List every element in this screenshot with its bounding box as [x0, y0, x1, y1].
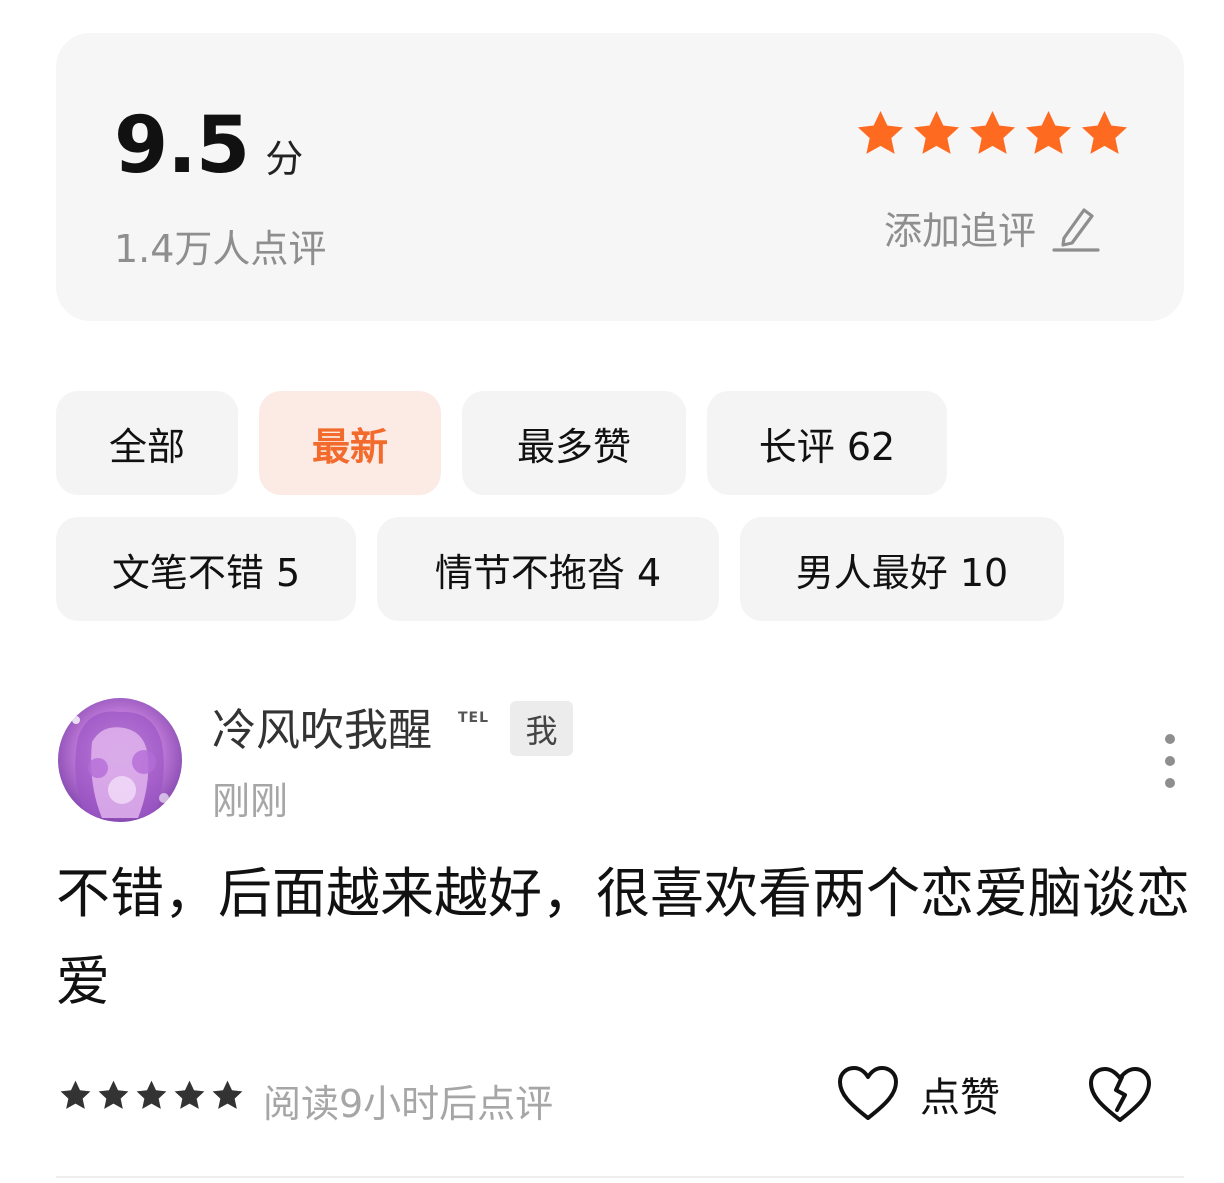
review-time: 刚刚	[212, 779, 289, 823]
rating-card: 9.5 分 1.4万人点评 添加追评	[56, 33, 1184, 321]
add-followup-button[interactable]: 添加追评	[884, 200, 1102, 255]
me-badge: 我	[510, 701, 573, 756]
pencil-icon	[1052, 207, 1100, 252]
score-row: 9.5 分	[114, 107, 303, 185]
broken-heart-icon	[1089, 1067, 1151, 1122]
star-icon	[98, 1080, 129, 1109]
filter-chip-tight-plot[interactable]: 情节不拖沓 4	[377, 517, 719, 621]
filter-chip-most-liked[interactable]: 最多赞	[462, 391, 686, 495]
star-icon	[212, 1080, 243, 1109]
star-icon[interactable]	[1078, 107, 1131, 160]
like-label: 点赞	[920, 1075, 1000, 1121]
dislike-button[interactable]	[1086, 1064, 1154, 1126]
more-options-button[interactable]	[1150, 728, 1190, 794]
star-icon[interactable]	[910, 107, 963, 160]
star-icon	[136, 1080, 167, 1109]
read-note: 阅读9小时后点评	[263, 1082, 554, 1126]
filter-chip-best-male-lead[interactable]: 男人最好 10	[740, 517, 1064, 621]
rating-stars[interactable]	[854, 107, 1131, 160]
filter-chip-long-reviews[interactable]: 长评 62	[707, 391, 947, 495]
add-followup-label: 添加追评	[884, 209, 1037, 253]
level-badge: TEL	[458, 710, 490, 726]
star-icon	[60, 1080, 91, 1109]
divider	[56, 1176, 1184, 1178]
filter-chip-good-writing[interactable]: 文笔不错 5	[56, 517, 356, 621]
review-text: 不错，后面越来越好，很喜欢看两个恋爱脑谈恋爱	[56, 862, 1190, 1013]
score-unit: 分	[265, 137, 304, 181]
more-vertical-icon	[1165, 734, 1175, 788]
star-icon[interactable]	[1022, 107, 1075, 160]
like-button[interactable]: 点赞	[836, 1064, 1000, 1124]
comments-page: 9.5 分 1.4万人点评 添加追评 全部 最新 最多赞 长评 62 文笔不错 …	[0, 0, 1224, 1183]
star-icon	[174, 1080, 205, 1109]
score-value: 9.5	[114, 101, 250, 191]
heart-icon	[838, 1066, 898, 1120]
filter-chip-all[interactable]: 全部	[56, 391, 238, 495]
avatar[interactable]	[58, 698, 182, 822]
review-count: 1.4万人点评	[114, 227, 327, 271]
username[interactable]: 冷风吹我醒	[212, 694, 432, 758]
review-stars	[58, 1078, 245, 1113]
filter-chip-latest[interactable]: 最新	[259, 391, 441, 495]
star-icon[interactable]	[854, 107, 907, 160]
star-icon[interactable]	[966, 107, 1019, 160]
